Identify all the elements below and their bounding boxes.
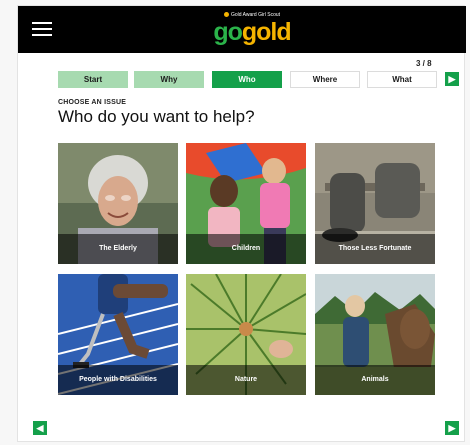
- page-background: Gold Award Girl Scout gogold 3 / 8 Start…: [0, 0, 470, 445]
- tile-animals[interactable]: Animals: [315, 274, 435, 395]
- tile-children[interactable]: Children: [186, 143, 306, 264]
- tile-label: Those Less Fortunate: [315, 234, 435, 264]
- tile-nature[interactable]: Nature: [186, 274, 306, 395]
- tile-label: People with Disabilities: [58, 365, 178, 395]
- tile-label: The Elderly: [58, 234, 178, 264]
- page-title: Who do you want to help?: [58, 107, 255, 126]
- step-why[interactable]: Why: [134, 71, 204, 88]
- step-where[interactable]: Where: [290, 71, 360, 88]
- step-who[interactable]: Who: [212, 71, 282, 88]
- logo-wordmark: gogold: [213, 18, 291, 46]
- logo-trefoil-icon: [223, 12, 229, 18]
- step-counter: 3 / 8: [416, 59, 432, 68]
- tile-people-with-disabilities[interactable]: People with Disabilities: [58, 274, 178, 395]
- tile-the-elderly[interactable]: The Elderly: [58, 143, 178, 264]
- section-kicker: CHOOSE AN ISSUE: [58, 99, 127, 106]
- gogold-logo[interactable]: Gold Award Girl Scout gogold: [206, 12, 298, 48]
- tile-label: Nature: [186, 365, 306, 395]
- step-start[interactable]: Start: [58, 71, 128, 88]
- steps-next-chevron-right-icon[interactable]: ▶: [445, 72, 459, 86]
- tile-label: Children: [186, 234, 306, 264]
- next-page-chevron-right-icon[interactable]: ▶: [445, 421, 459, 435]
- tile-those-less-fortunate[interactable]: Those Less Fortunate: [315, 143, 435, 264]
- prev-page-chevron-left-icon[interactable]: ◀: [33, 421, 47, 435]
- hamburger-menu-icon[interactable]: [32, 21, 52, 37]
- app-window: Gold Award Girl Scout gogold 3 / 8 Start…: [17, 5, 466, 442]
- step-what[interactable]: What: [367, 71, 437, 88]
- top-bar: Gold Award Girl Scout gogold: [18, 6, 466, 53]
- tile-label: Animals: [315, 365, 435, 395]
